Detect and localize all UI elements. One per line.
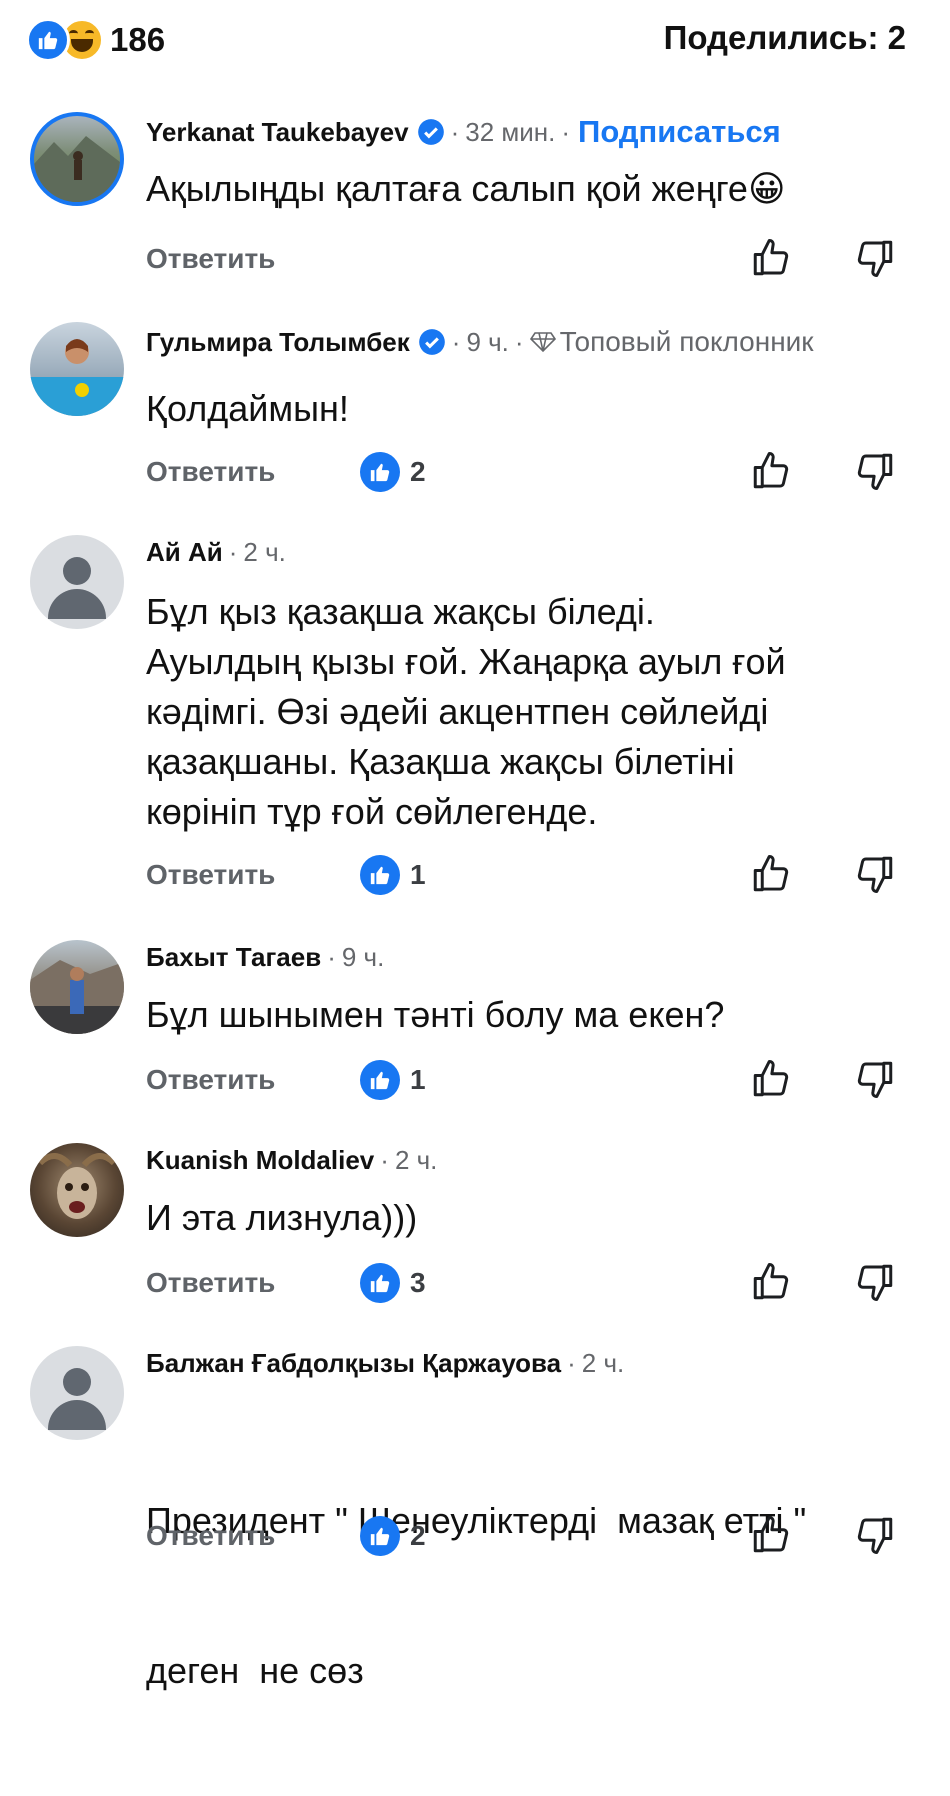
comment-text-line: қазақшаны. Қазақша жақсы білетіні	[146, 741, 735, 782]
comment-header: Ай Ай · 2 ч.	[146, 537, 286, 568]
avatar[interactable]	[30, 535, 124, 629]
comment-text: Қолдаймын!	[146, 388, 349, 429]
like-count: 2	[410, 456, 426, 487]
comment-actions: Ответить 2	[146, 1514, 926, 1558]
avatar[interactable]	[30, 322, 124, 416]
like-reaction-icon	[360, 1060, 400, 1100]
comment-time[interactable]: 32 мин.	[465, 117, 555, 148]
comment-likes[interactable]: 2	[360, 452, 426, 492]
like-count: 1	[410, 1064, 426, 1095]
comment-header: Kuanish Moldaliev · 2 ч.	[146, 1145, 437, 1176]
like-reaction-icon	[360, 1516, 400, 1556]
avatar[interactable]	[30, 940, 124, 1034]
separator: ·	[228, 537, 238, 567]
reply-button[interactable]: Ответить	[146, 1058, 275, 1102]
comment-header: Гульмира Толымбек · 9 ч. · Топовый покло…	[146, 326, 814, 358]
separator: ·	[514, 326, 524, 357]
comment-actions: Ответить 1	[146, 1058, 926, 1102]
comment-text: Президент " Шенеуліктерді мазақ етті " д…	[146, 1396, 916, 1796]
comment-time[interactable]: 2 ч.	[243, 537, 285, 568]
like-reaction-icon	[360, 1263, 400, 1303]
reply-button[interactable]: Ответить	[146, 1514, 275, 1558]
shares-count[interactable]: Поделились: 2	[664, 19, 906, 57]
avatar[interactable]	[30, 112, 124, 206]
thumbs-up-icon[interactable]	[750, 1261, 792, 1303]
comment-text: Бұл шынымен тәнті болу ма екен?	[146, 994, 725, 1035]
separator: ·	[451, 326, 461, 357]
author-name[interactable]: Kuanish Moldaliev	[146, 1145, 374, 1176]
comment-actions: Ответить 3	[146, 1261, 926, 1305]
comment-likes[interactable]: 3	[360, 1263, 426, 1303]
comment-text-line: көрініп тұр ғой сөйлегенде.	[146, 791, 598, 832]
comment-likes[interactable]: 1	[360, 855, 426, 895]
like-count: 3	[410, 1267, 426, 1298]
thumbs-up-icon[interactable]	[750, 237, 792, 279]
like-reaction-icon	[26, 18, 70, 62]
comment-header: Yerkanat Taukebayev · 32 мин. · Подписат…	[146, 114, 781, 150]
verified-badge-icon	[417, 119, 444, 145]
reply-button[interactable]: Ответить	[146, 1261, 275, 1305]
comment-text-line: Ауылдың қызы ғой. Жаңарқа ауыл ғой	[146, 641, 786, 682]
avatar[interactable]	[30, 1143, 124, 1237]
comment-text-line: деген не сөз	[146, 1650, 364, 1691]
thumbs-up-icon[interactable]	[750, 450, 792, 492]
thumbs-up-icon[interactable]	[750, 853, 792, 895]
thumbs-down-icon[interactable]	[854, 450, 896, 492]
comment-text: Бұл қыз қазақша жақсы біледі. Ауылдың қы…	[146, 587, 916, 837]
author-name[interactable]: Бахыт Тагаев	[146, 942, 321, 973]
thumbs-up-icon[interactable]	[750, 1058, 792, 1100]
avatar-placeholder-icon	[63, 557, 91, 585]
reply-button[interactable]: Ответить	[146, 237, 275, 281]
separator: ·	[450, 116, 460, 147]
comment-time[interactable]: 2 ч.	[395, 1145, 437, 1176]
thumbs-down-icon[interactable]	[854, 237, 896, 279]
separator: ·	[380, 1145, 389, 1175]
comment-text: И эта лизнула)))	[146, 1197, 418, 1238]
reactions-count: 186	[110, 21, 166, 58]
avatar-placeholder-icon	[63, 1368, 91, 1396]
badge-label: Топовый поклонник	[559, 326, 814, 357]
comment-header: Балжан Ғабдолқызы Қаржауова · 2 ч.	[146, 1348, 624, 1379]
author-name[interactable]: Балжан Ғабдолқызы Қаржауова	[146, 1348, 561, 1379]
comment-time[interactable]: 9 ч.	[466, 327, 508, 358]
comment-actions: Ответить	[146, 237, 926, 281]
comment-text-line: Бұл қыз қазақша жақсы біледі.	[146, 591, 655, 632]
like-count: 2	[410, 1520, 426, 1551]
thumbs-down-icon[interactable]	[854, 1514, 896, 1556]
thumbs-down-icon[interactable]	[854, 853, 896, 895]
reply-button[interactable]: Ответить	[146, 450, 275, 494]
comment-actions: Ответить 1	[146, 853, 926, 897]
comment-time[interactable]: 2 ч.	[582, 1348, 624, 1379]
diamond-icon	[529, 332, 556, 353]
comment-likes[interactable]: 1	[360, 1060, 426, 1100]
like-reaction-icon	[360, 855, 400, 895]
follow-button[interactable]: Подписаться	[578, 114, 781, 150]
reactions-summary[interactable]: 186	[26, 18, 165, 62]
reactions-bar: 186 Поделились: 2	[0, 0, 950, 80]
comment-actions: Ответить 2	[146, 450, 926, 494]
thumbs-up-icon[interactable]	[750, 1514, 792, 1556]
separator: ·	[561, 116, 571, 147]
like-reaction-icon	[360, 452, 400, 492]
comment-header: Бахыт Тагаев · 9 ч.	[146, 942, 384, 973]
author-name[interactable]: Гульмира Толымбек	[146, 327, 410, 358]
reply-button[interactable]: Ответить	[146, 853, 275, 897]
author-name[interactable]: Ай Ай	[146, 537, 223, 568]
separator: ·	[567, 1348, 576, 1378]
comment-likes[interactable]: 2	[360, 1516, 426, 1556]
verified-badge-icon	[418, 329, 445, 355]
comment-text: Ақылыңды қалтаға салып қой жеңге😀	[146, 168, 786, 209]
like-count: 1	[410, 859, 426, 890]
top-fan-badge: Топовый поклонник	[529, 326, 814, 358]
thumbs-down-icon[interactable]	[854, 1261, 896, 1303]
avatar[interactable]	[30, 1346, 124, 1440]
comment-time[interactable]: 9 ч.	[342, 942, 384, 973]
author-name[interactable]: Yerkanat Taukebayev	[146, 117, 409, 148]
comment-text-line: кәдімгі. Өзі әдейі акцентпен сөйлейді	[146, 691, 769, 732]
thumbs-down-icon[interactable]	[854, 1058, 896, 1100]
separator: ·	[327, 942, 336, 972]
